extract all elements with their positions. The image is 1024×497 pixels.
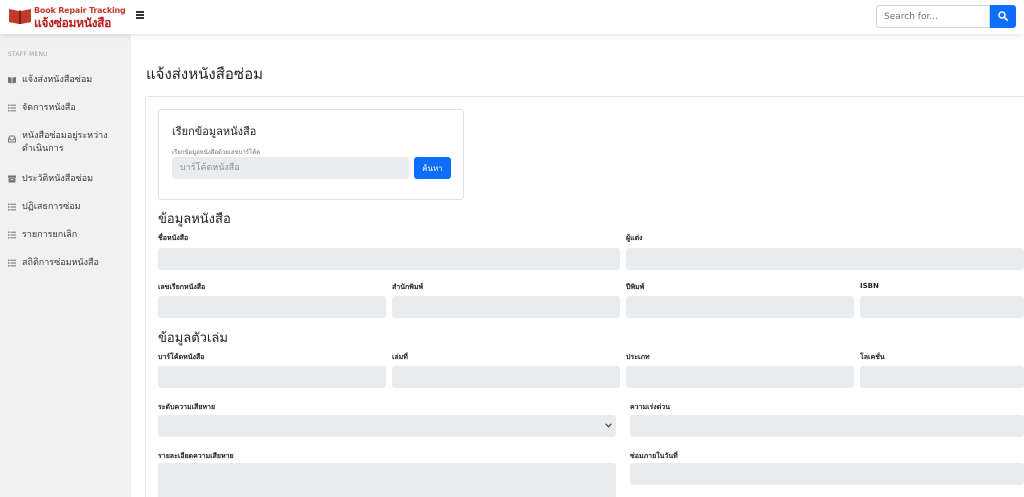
fetch-book-card: เรียกข้อมูลหนังสือ เรียกข้อมูลหนังสือด้ว… [158, 109, 464, 200]
list-icon [8, 203, 16, 211]
book-icon [8, 77, 16, 84]
brand-name-thai: แจ้งซ่อมหนังสือ [34, 16, 112, 30]
search-icon [998, 11, 1008, 21]
call-number-label: เลขเรียกหนังสือ [158, 283, 206, 291]
year-label: ปีพิมพ์ [626, 283, 645, 291]
archive-icon [8, 175, 16, 183]
repair-form-card: เรียกข้อมูลหนังสือ เรียกข้อมูลหนังสือด้ว… [145, 96, 1024, 497]
main-content: แจ้งส่งหนังสือซ่อม เรียกข้อมูลหนังสือ เร… [131, 34, 1024, 497]
damage-detail-label: รายละเอียดความเสียหาย [158, 452, 234, 460]
book-logo-icon [9, 9, 31, 24]
urgency-field[interactable] [630, 415, 1024, 437]
search-button[interactable] [990, 5, 1016, 28]
hamburger-icon[interactable] [136, 11, 144, 19]
sidebar-item-label: แจ้งส่งหนังสือซ่อม [22, 75, 93, 85]
year-field[interactable] [626, 296, 854, 318]
book-info-heading: ข้อมูลหนังสือ [158, 212, 231, 227]
damage-level-select[interactable] [158, 415, 616, 437]
barcode-search-input[interactable] [172, 157, 409, 179]
barcode-label: บาร์โค้ดหนังสือ [158, 353, 205, 361]
call-number-field[interactable] [158, 296, 386, 318]
isbn-field[interactable] [860, 296, 1024, 318]
sidebar-item-label: ประวัติหนังสือซ่อม [22, 174, 94, 184]
brand-logo[interactable]: Book Repair Tracking แจ้งซ่อมหนังสือ [8, 5, 128, 30]
publisher-label: สำนักพิมพ์ [392, 283, 424, 291]
search-input[interactable] [876, 5, 990, 28]
sidebar-item-label: สถิติการซ่อมหนังสือ [22, 258, 99, 268]
top-navbar: Book Repair Tracking แจ้งซ่อมหนังสือ [0, 0, 1024, 34]
publisher-field[interactable] [392, 296, 620, 318]
sidebar-item-statistics[interactable]: สถิติการซ่อมหนังสือ [8, 257, 126, 270]
fetch-hint-text: เรียกข้อมูลหนังสือด้วยเลขบาร์โค้ด [172, 149, 261, 156]
author-label: ผู้แต่ง [626, 234, 643, 242]
chevron-down-icon [605, 423, 612, 428]
book-name-label: ชื่อหนังสือ [158, 234, 189, 242]
location-label: โลเคชั่น [860, 353, 885, 361]
damage-level-label: ระดับความเสียหาย [158, 403, 216, 411]
volume-label: เล่มที่ [392, 353, 408, 361]
sidebar-item-label: รายการยกเลิก [22, 230, 78, 240]
list-icon [8, 259, 16, 267]
book-name-field[interactable] [158, 248, 620, 270]
sidebar-heading: STAFF MENU [8, 51, 48, 58]
inbox-icon [8, 135, 16, 143]
list-icon [8, 231, 16, 239]
page-title: แจ้งส่งหนังสือซ่อม [146, 65, 263, 83]
volume-field[interactable] [392, 366, 620, 388]
item-info-heading: ข้อมูลตัวเล่ม [158, 331, 228, 346]
sidebar-item-manage-books[interactable]: จัดการหนังสือ [8, 102, 126, 115]
sidebar: STAFF MENU แจ้งส่งหนังสือซ่อม จัดการหนัง… [0, 34, 131, 497]
damage-detail-textarea[interactable] [158, 463, 616, 497]
location-field[interactable] [860, 366, 1024, 388]
repair-within-field[interactable] [630, 463, 1024, 485]
sidebar-item-rejected[interactable]: ปฏิเสธการซ่อม [8, 201, 126, 214]
author-field[interactable] [626, 248, 1024, 270]
repair-within-label: ซ่อมภายในวันที่ [630, 452, 678, 460]
fetch-card-title: เรียกข้อมูลหนังสือ [172, 125, 257, 138]
barcode-field[interactable] [158, 366, 386, 388]
type-label: ประเภท [626, 353, 650, 361]
fetch-search-button[interactable]: ค้นหา [414, 157, 451, 179]
sidebar-item-report-repair[interactable]: แจ้งส่งหนังสือซ่อม [8, 74, 126, 87]
list-icon [8, 104, 16, 112]
isbn-label: ISBN [860, 282, 879, 290]
sidebar-item-label: ปฏิเสธการซ่อม [22, 202, 81, 212]
sidebar-item-history[interactable]: ประวัติหนังสือซ่อม [8, 173, 126, 186]
urgency-label: ความเร่งด่วน [630, 403, 670, 411]
sidebar-item-in-progress[interactable]: หนังสือซ่อมอยู่ระหว่างดำเนินการ [8, 130, 126, 156]
type-field[interactable] [626, 366, 854, 388]
sidebar-item-label: จัดการหนังสือ [22, 103, 76, 113]
sidebar-item-label: หนังสือซ่อมอยู่ระหว่างดำเนินการ [22, 131, 108, 154]
sidebar-item-cancelled[interactable]: รายการยกเลิก [8, 229, 126, 242]
